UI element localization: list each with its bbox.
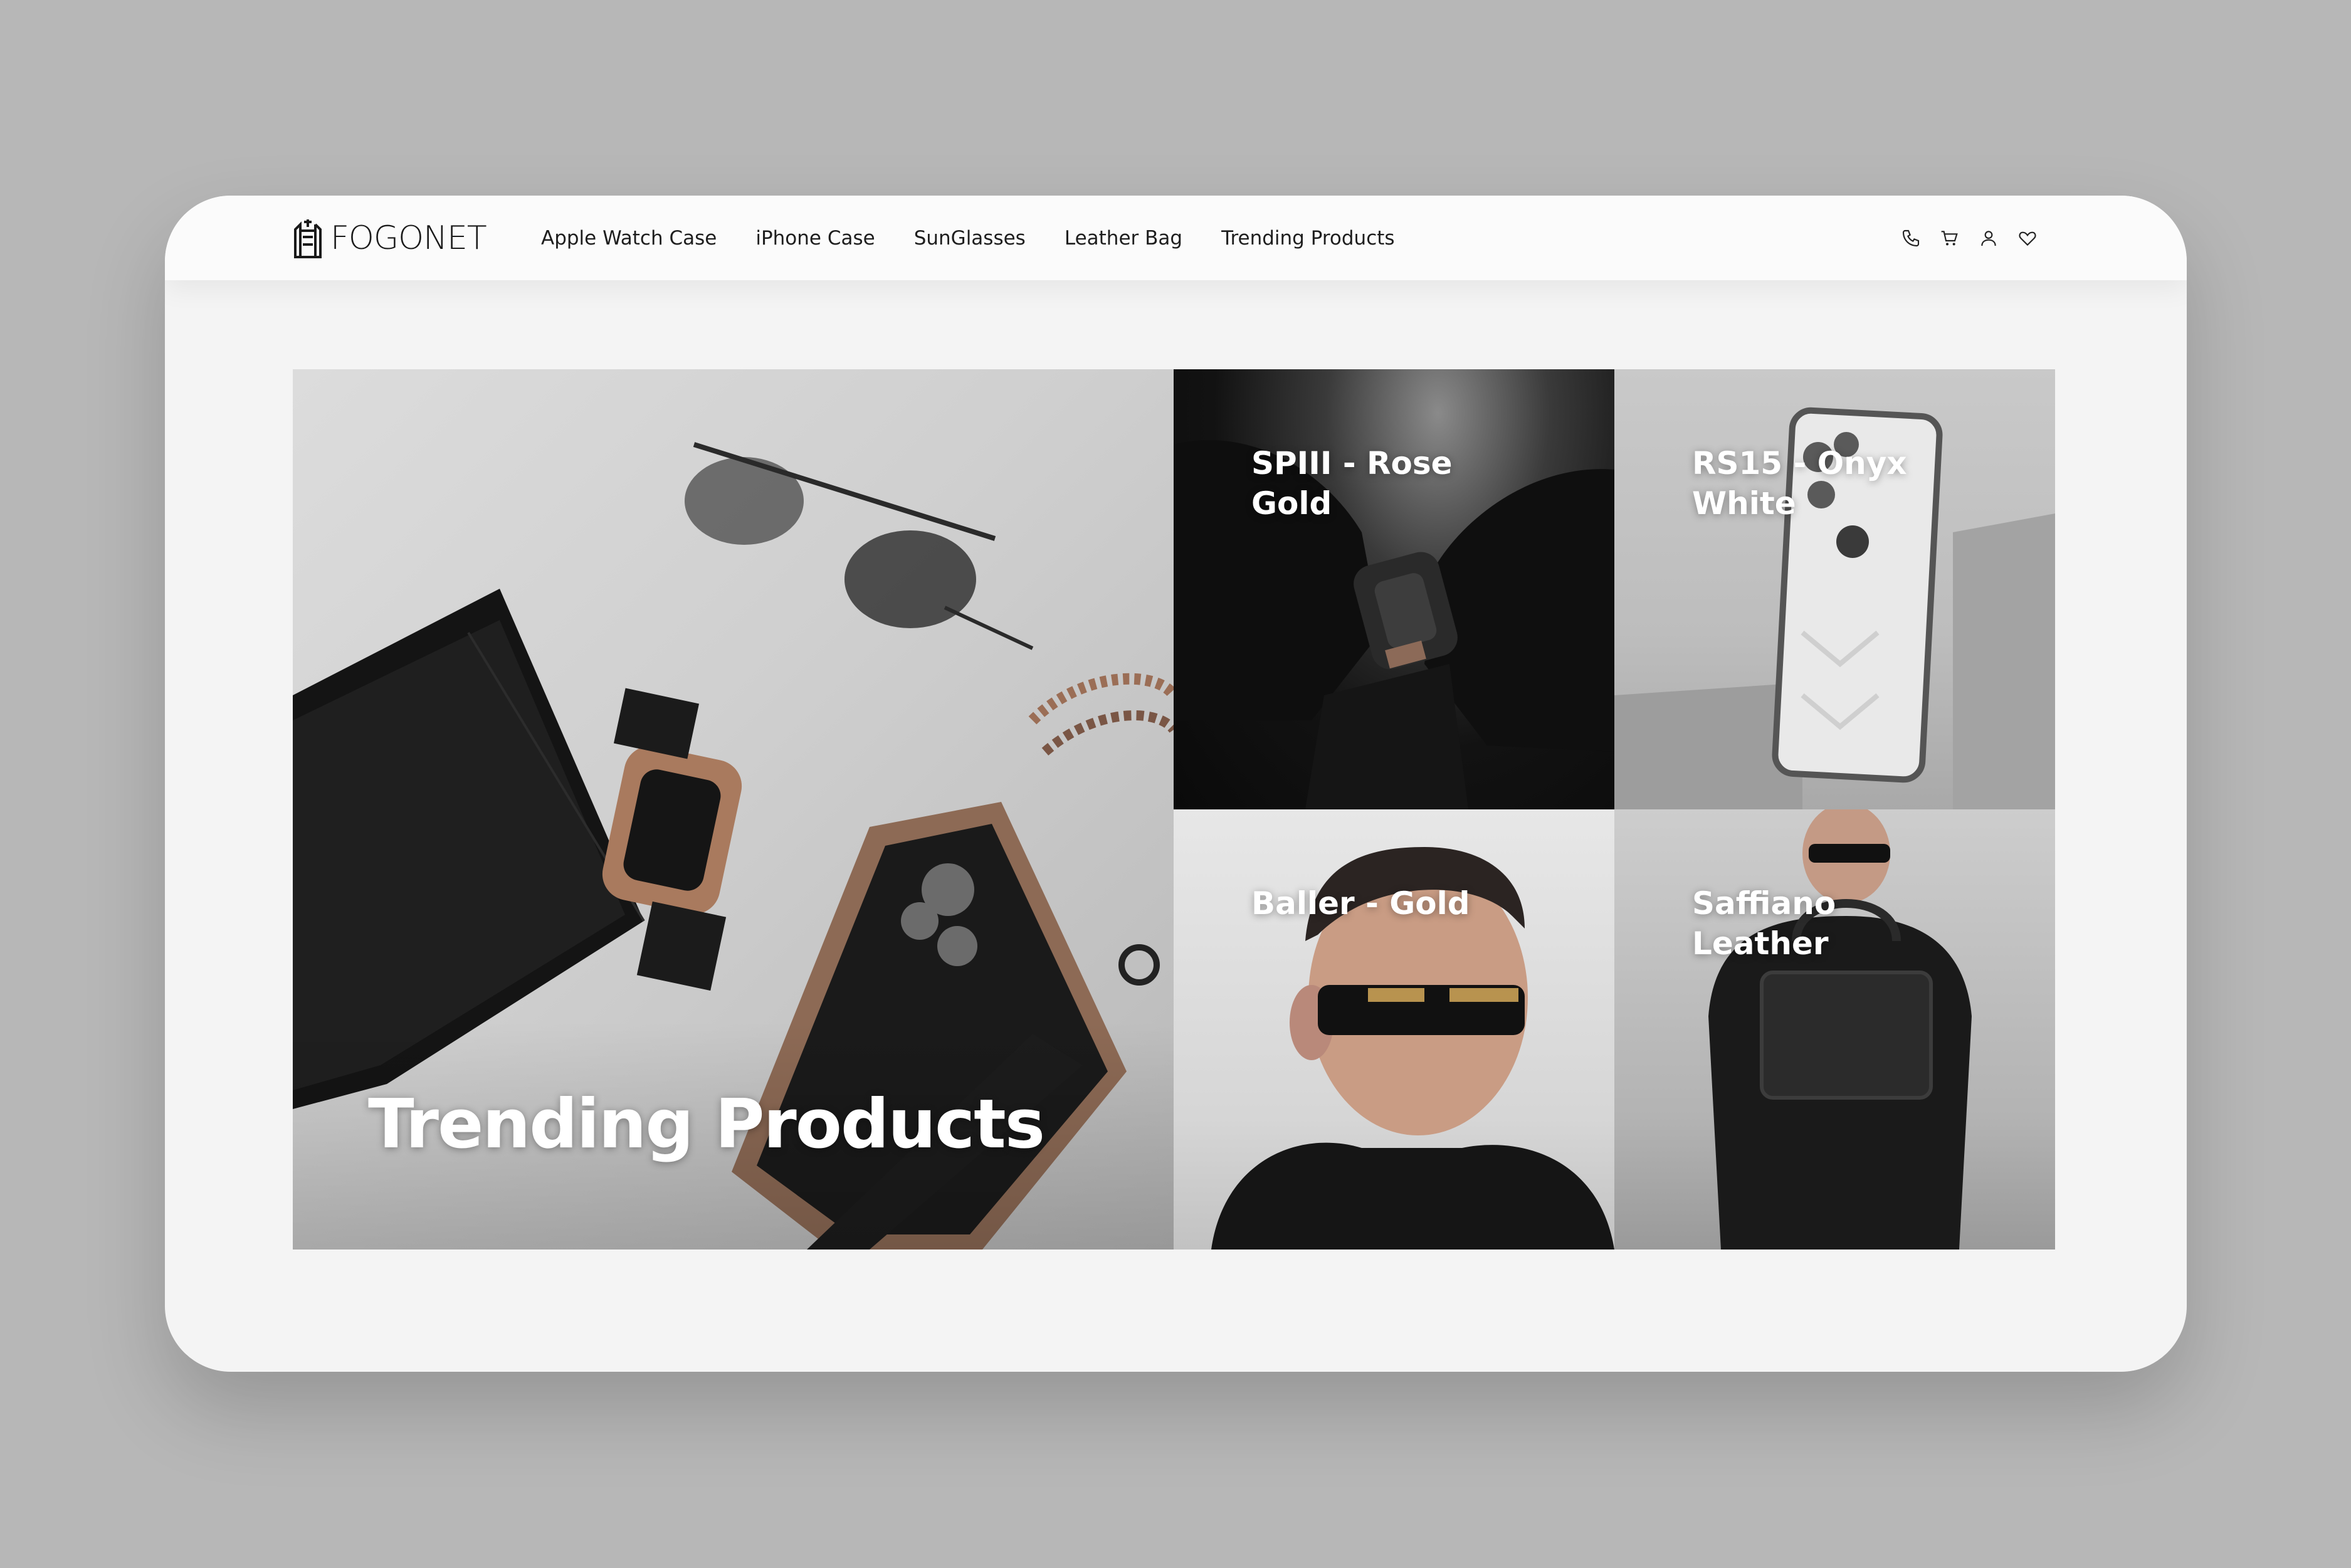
heart-icon[interactable] [2017, 228, 2038, 248]
site-header: FOGONET Apple Watch Case iPhone Case Sun… [165, 196, 2187, 280]
main-nav: Apple Watch Case iPhone Case SunGlasses … [541, 219, 1395, 257]
leather-bag-model-illustration [1708, 809, 1972, 1250]
brand-name: FOGONET [330, 219, 487, 257]
trending-grid: Trending Products SPIII - Rose Gold RS15… [293, 369, 2055, 1250]
cart-icon[interactable] [1940, 228, 1960, 248]
nav-item-leather-bag[interactable]: Leather Bag [1065, 227, 1182, 250]
tile-title-saffiano-leather: Saffiano Leather [1692, 885, 1836, 962]
browser-window: FOGONET Apple Watch Case iPhone Case Sun… [165, 196, 2187, 1372]
tile-title-spiii-rose-gold: SPIII - Rose Gold [1251, 445, 1453, 522]
sunglasses-model-illustration [1211, 847, 1614, 1250]
watch-hands-illustration [1174, 439, 1614, 809]
header-actions [1901, 222, 2038, 255]
nav-item-trending-products[interactable]: Trending Products [1221, 227, 1395, 250]
tile-spiii-rose-gold[interactable]: SPIII - Rose Gold [1174, 369, 1614, 809]
tile-title-rs15-onyx-white: RS15 - Onyx White [1692, 445, 1907, 522]
tile-rs15-onyx-white[interactable]: RS15 - Onyx White [1614, 369, 2055, 809]
nav-item-apple-watch-case[interactable]: Apple Watch Case [541, 227, 717, 250]
nav-item-iphone-case[interactable]: iPhone Case [755, 227, 875, 250]
nav-item-sunglasses[interactable]: SunGlasses [914, 227, 1026, 250]
phone-icon[interactable] [1901, 228, 1921, 248]
brand-logo[interactable]: FOGONET [292, 216, 487, 260]
tile-baller-gold[interactable]: Baller - Gold [1174, 809, 1614, 1250]
logo-mark-icon [294, 219, 322, 258]
tile-trending-products[interactable]: Trending Products [293, 369, 1174, 1250]
tile-title-baller-gold: Baller - Gold [1251, 885, 1470, 922]
tile-title-trending-products: Trending Products [368, 1085, 1045, 1164]
tile-saffiano-leather[interactable]: Saffiano Leather [1614, 809, 2055, 1250]
phone-case-illustration [1614, 407, 2055, 809]
user-icon[interactable] [1979, 228, 1999, 248]
